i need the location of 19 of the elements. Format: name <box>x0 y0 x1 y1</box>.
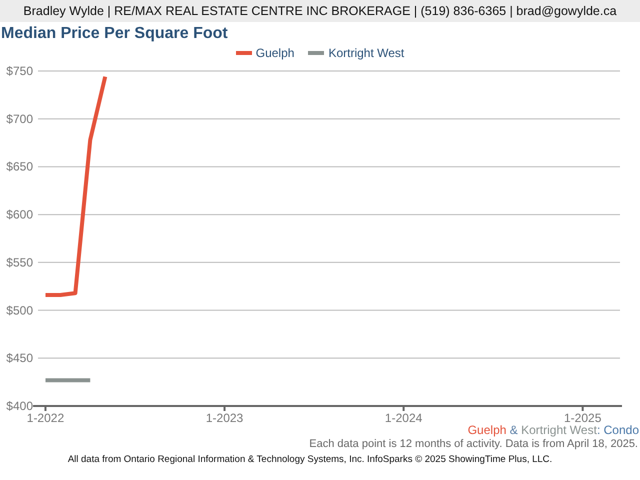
x-tick-label: 1-2025 <box>564 411 602 423</box>
legend-item: Guelph <box>236 46 294 60</box>
data-note: Each data point is 12 months of activity. Data is from April 18, 2025. <box>308 438 639 452</box>
chart-caption: Guelph & Kortright West: Condo <box>466 423 640 438</box>
y-tick-label: $550 <box>6 255 33 270</box>
y-tick-label: $600 <box>6 208 33 222</box>
y-tick-label: $400 <box>6 399 33 413</box>
y-tick-label: $450 <box>6 351 33 366</box>
header-bar: Bradley Wylde | RE/MAX REAL ESTATE CENTRE INC BROKERAGE | (519) 836-6365 | brad@gowylde.ca <box>0 0 640 22</box>
legend-item: Kortright West <box>308 46 404 60</box>
x-tick-label: 1-2023 <box>206 411 244 423</box>
y-tick-label: $500 <box>6 303 33 318</box>
y-tick-label: $750 <box>6 64 33 78</box>
chart-title: Median Price Per Square Foot <box>0 24 229 44</box>
y-tick-label: $700 <box>6 112 33 126</box>
x-tick-label: 1-2024 <box>384 411 422 423</box>
y-tick-label: $650 <box>6 160 33 174</box>
x-tick-label: 1-2022 <box>26 411 64 423</box>
source-note: All data from Ontario Regional Information & Technology Systems, Inc. InfoSparks © 2025 ShowingTime Plus, LLC. <box>66 454 554 465</box>
